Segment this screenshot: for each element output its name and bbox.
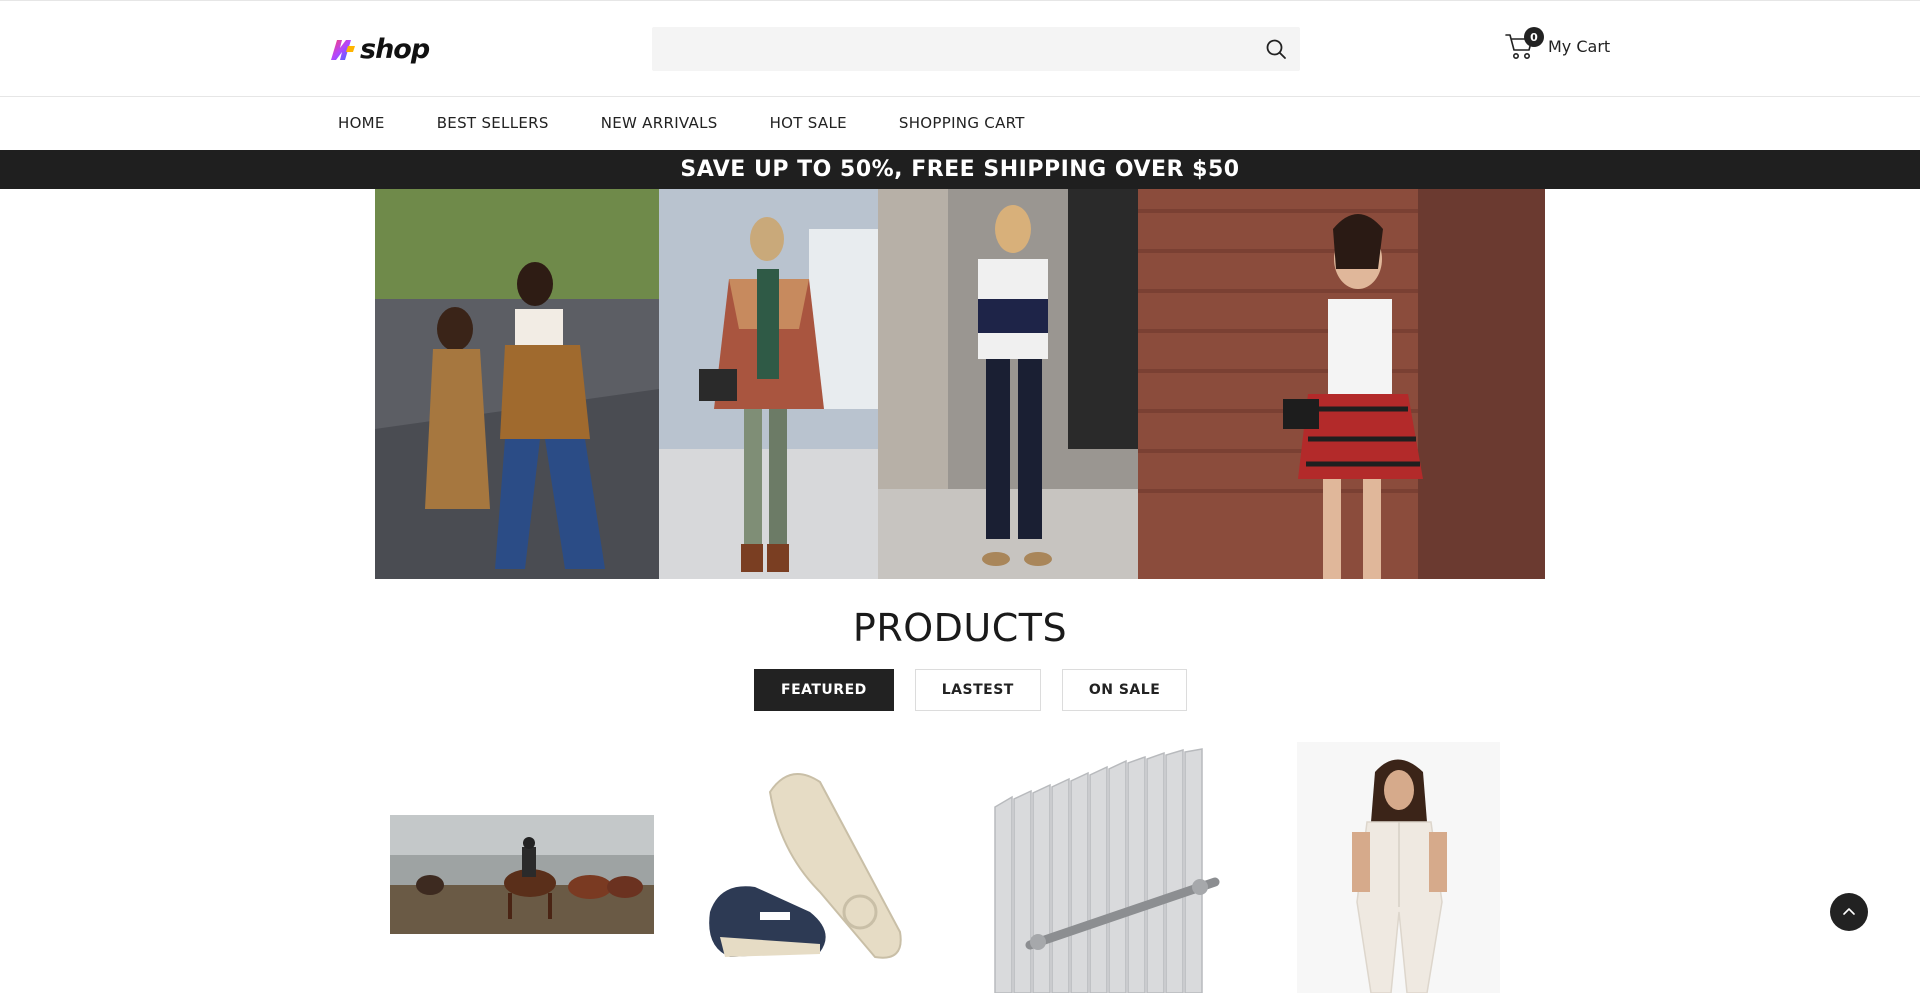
logo-mark-icon [331,39,355,60]
product-image-sneakers[interactable] [700,762,920,972]
hero-image-street-duo [375,189,659,579]
cart-label: My Cart [1548,36,1611,56]
nav-item-shopping-cart[interactable]: SHOPPING CART [899,114,1025,132]
nav-item-home[interactable]: HOME [338,114,385,132]
nav-item-hot-sale[interactable]: HOT SALE [770,114,847,132]
search-input[interactable] [652,27,1300,71]
hero-image-striped-tee [878,189,1138,579]
main-nav: HOME BEST SELLERS NEW ARRIVALS HOT SALE … [0,98,1920,150]
shop-logo[interactable]: shop [329,34,430,65]
tab-on-sale[interactable]: ON SALE [1061,669,1188,711]
cart-count-badge: 0 [1524,27,1544,47]
product-image-jumpsuit[interactable] [1297,742,1500,993]
nav-item-new-arrivals[interactable]: NEW ARRIVALS [601,114,718,132]
site-header: shop 0 My Cart [0,0,1920,97]
back-to-top-button[interactable] [1830,893,1868,931]
logo-text: shop [360,34,430,65]
cart-link[interactable]: 0 My Cart [1505,27,1611,61]
product-image-horse-rider[interactable] [390,815,654,934]
chevron-up-icon [1843,908,1855,915]
hero-banner[interactable] [375,189,1545,579]
cart-icon-wrap: 0 [1505,27,1544,61]
product-image-radiator[interactable] [990,747,1225,993]
nav-item-best-sellers[interactable]: BEST SELLERS [437,114,549,132]
product-tabs: FEATURED LASTEST ON SALE [754,669,1208,711]
promo-banner: SAVE UP TO 50%, FREE SHIPPING OVER $50 [0,150,1920,189]
search-button[interactable] [1264,37,1288,61]
products-section-title: PRODUCTS [852,606,1068,650]
search-icon [1266,39,1286,59]
hero-image-plaid-skirt [1138,189,1545,579]
hero-image-plaid-coat [659,189,878,579]
product-grid [375,742,1545,993]
tab-lastest[interactable]: LASTEST [914,669,1041,711]
search-bar [652,27,1300,71]
tab-featured[interactable]: FEATURED [754,669,894,711]
